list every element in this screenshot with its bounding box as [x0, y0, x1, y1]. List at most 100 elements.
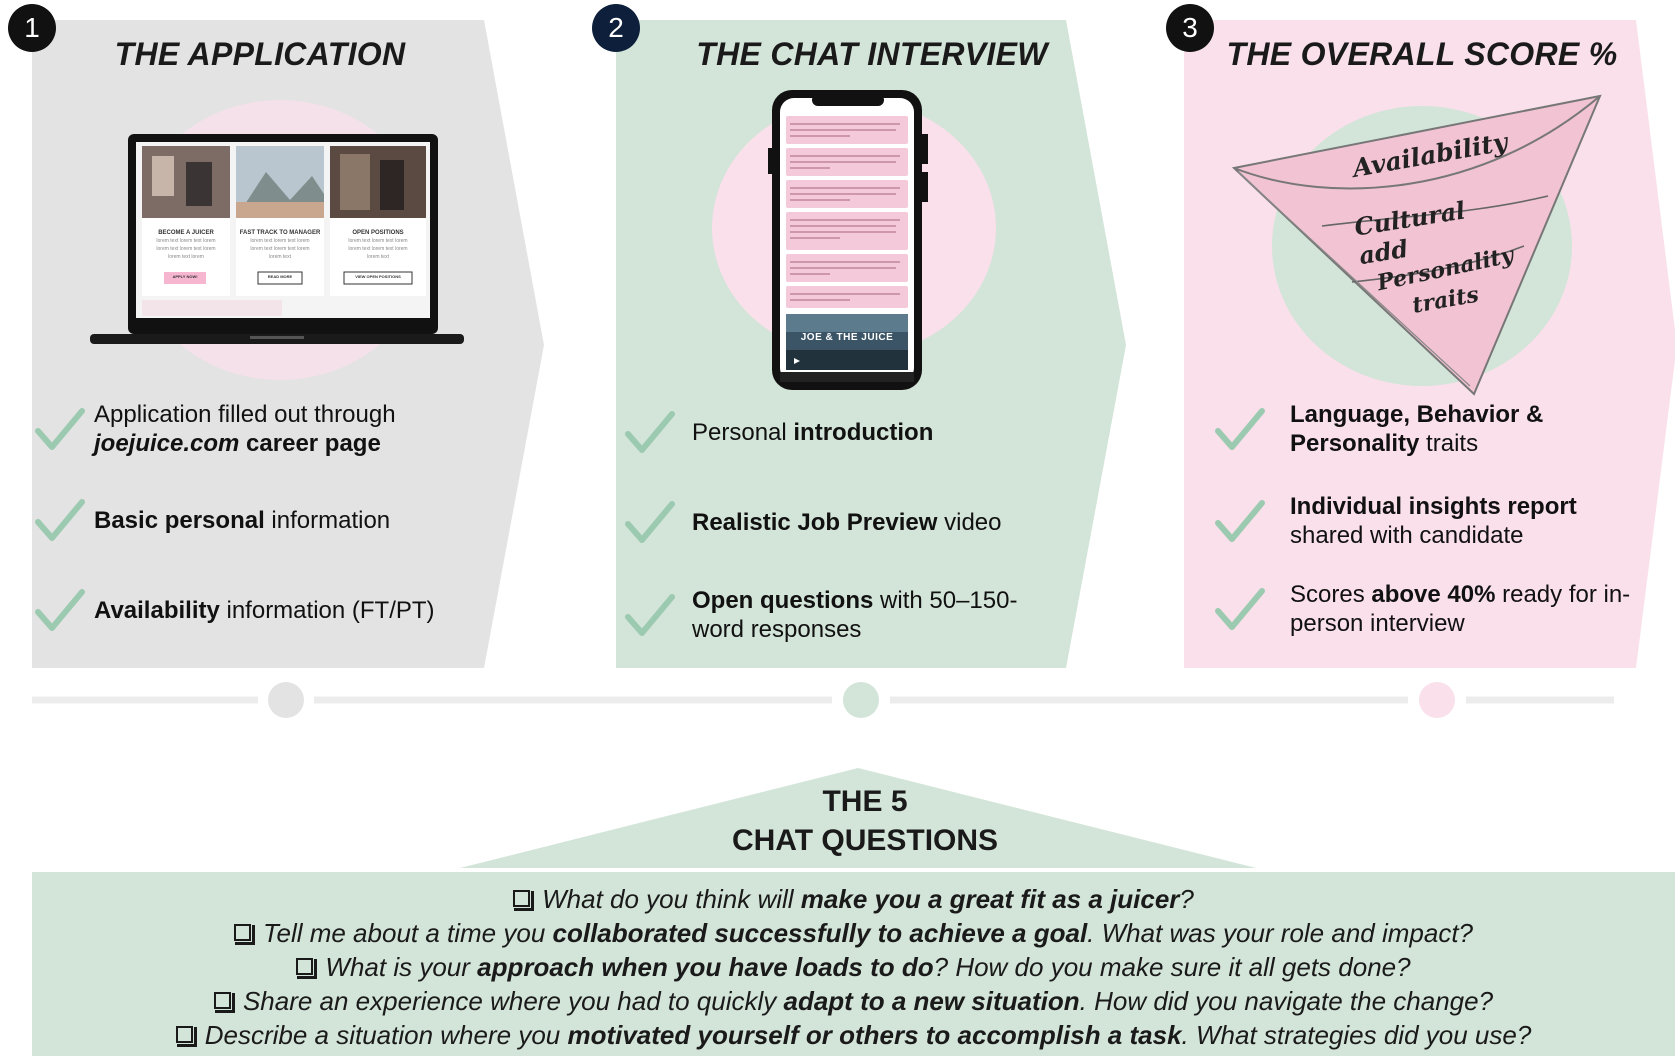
stage-1-item-3: Availability information (FT/PT) [34, 586, 474, 634]
questions-title-line-2: CHAT QUESTIONS [731, 824, 999, 857]
questions-title: THE 5 CHAT QUESTIONS [600, 782, 1130, 860]
question-2: Tell me about a time you collaborated su… [32, 916, 1675, 950]
check-icon [625, 594, 675, 636]
checkbox-icon [213, 992, 235, 1013]
check-icon [625, 501, 675, 543]
stage-2-title: THE CHAT INTERVIEW [696, 36, 1048, 72]
question-1-pre: What do you think will [542, 884, 801, 914]
stage-3-item-2: Individual insights report shared with c… [1214, 492, 1674, 550]
stage-1-item-3-strong: Availability [94, 596, 220, 624]
laptop-apply-button: APPLY NOW! [172, 274, 198, 279]
stage-2-item-1: Personal introduction [624, 408, 1064, 456]
svg-text:lorem text lorem text lorem: lorem text lorem text lorem [348, 238, 407, 244]
stage-3-title: THE OVERALL SCORE % [1226, 36, 1618, 72]
stage-3-item-3-strong: above 40% [1371, 581, 1496, 608]
timeline-dot-3 [1419, 682, 1455, 718]
laptop-open-positions-button: VIEW OPEN POSITIONS [355, 274, 401, 279]
question-5-bold: motivated yourself or others to accompli… [567, 1020, 1182, 1050]
stage-3-item-2-strong: Individual insights report [1290, 493, 1577, 520]
check-icon [1215, 500, 1265, 542]
question-1: What do you think will make you a great … [32, 882, 1675, 916]
stage-2-item-2: Realistic Job Preview video [624, 498, 1064, 546]
checkbox-icon [233, 924, 255, 945]
stage-3-item-2-line2: shared with candidate [1290, 522, 1524, 549]
stage-3-item-3: Scores above 40% ready for in- person in… [1214, 580, 1674, 638]
step-2-badge: 2 [592, 4, 640, 52]
laptop-card-3-heading: OPEN POSITIONS [352, 230, 404, 236]
svg-text:lorem text: lorem text [269, 254, 292, 260]
funnel-illustration: Availability Cultural add Personality tr… [1222, 86, 1622, 406]
stage-2-item-3: Open questions with 50–150- word respons… [624, 586, 1064, 644]
timeline [32, 682, 1614, 718]
question-2-bold: collaborated successfully to achieve a g… [552, 918, 1088, 948]
stage-2-checklist: Personal introduction Realistic Job Prev… [624, 408, 1064, 648]
svg-text:lorem text lorem text lorem: lorem text lorem text lorem [156, 238, 215, 244]
step-3-badge: 3 [1166, 4, 1214, 52]
check-icon [1215, 408, 1265, 450]
phone-illustration: JOE & THE JUICE [700, 88, 1000, 398]
phone-video-title: JOE & THE JUICE [800, 332, 894, 343]
stage-3-item-3-rest: ready for in- [1495, 581, 1631, 608]
check-icon [35, 408, 85, 450]
questions-title-line-1: THE 5 [822, 785, 908, 818]
svg-text:lorem text lorem text lorem: lorem text lorem text lorem [156, 246, 215, 252]
stage-3-item-1: Language, Behavior & Personality traits [1214, 400, 1674, 458]
stage-1-item-1: Application filled out through joejuice.… [34, 400, 474, 458]
stage-3-item-1-rest: traits [1419, 430, 1479, 457]
question-4-pre: Share an experience where you had to qui… [242, 986, 784, 1016]
stage-3-item-1-strong2: Personality [1290, 430, 1420, 457]
svg-text:lorem text lorem text lorem: lorem text lorem text lorem [348, 246, 407, 252]
question-3-bold: approach when you have loads to do [477, 952, 934, 982]
question-3: What is your approach when you have load… [32, 950, 1675, 984]
laptop-illustration: lorem text lorem text lorem lorem text l… [90, 90, 470, 380]
question-5-post: . What strategies did you use? [1181, 1020, 1532, 1050]
question-4-post: . How did you navigate the change? [1079, 986, 1494, 1016]
stage-1-item-3-rest: information (FT/PT) [219, 596, 435, 624]
question-4: Share an experience where you had to qui… [32, 984, 1675, 1018]
stage-1-checklist: Application filled out through joejuice.… [34, 400, 474, 640]
svg-text:lorem text lorem text lorem: lorem text lorem text lorem [250, 238, 309, 244]
stage-1-item-2: Basic personal information [34, 496, 474, 544]
stage-3-checklist: Language, Behavior & Personality traits … [1214, 400, 1674, 640]
checkbox-icon [296, 958, 318, 979]
question-3-post: ? How do you make sure it all gets done? [933, 952, 1411, 982]
question-4-bold: adapt to a new situation [783, 986, 1080, 1016]
stage-3-item-3-lead: Scores [1290, 581, 1372, 608]
stage-2-item-1-strong: introduction [793, 418, 934, 446]
laptop-card-1-heading: BECOME A JUICER [158, 230, 214, 236]
stage-1-item-2-rest: information [264, 506, 391, 534]
question-5-pre: Describe a situation where you [204, 1020, 568, 1050]
svg-text:lorem text lorem: lorem text lorem [168, 254, 204, 260]
svg-text:lorem text lorem text lorem: lorem text lorem text lorem [250, 246, 309, 252]
checkbox-icon [175, 1026, 197, 1047]
stage-2-item-3-rest: with 50–150- [873, 587, 1018, 614]
stage-2-item-3-rest2: word responses [692, 616, 862, 643]
stage-1-item-1-lead: Application filled out through [94, 401, 396, 428]
check-icon [35, 499, 85, 541]
stage-1-item-1-strong: career page [239, 430, 381, 457]
svg-text:lorem text: lorem text [367, 254, 390, 260]
stage-1-title: THE APPLICATION [114, 36, 406, 72]
stage-3-item-1-strong: Language, Behavior & [1290, 401, 1544, 428]
check-icon [35, 589, 85, 631]
question-2-pre: Tell me about a time you [262, 918, 553, 948]
stage-2-item-2-rest: video [937, 508, 1002, 536]
stage-1-item-1-site: joejuice.com [94, 430, 240, 457]
laptop-card-2-heading: FAST TRACK TO MANAGER [239, 230, 321, 236]
check-icon [1215, 588, 1265, 630]
check-icon [625, 411, 675, 453]
stage-3-item-3-line2: person interview [1290, 610, 1465, 637]
stage-2-item-1-lead: Personal [692, 418, 794, 446]
stage-2-item-3-strong: Open questions [692, 587, 874, 614]
stage-2-item-2-strong: Realistic Job Preview [692, 508, 938, 536]
question-1-post: ? [1179, 884, 1194, 914]
timeline-dot-2 [843, 682, 879, 718]
question-5: Describe a situation where you motivated… [32, 1018, 1675, 1052]
timeline-dot-1 [268, 682, 304, 718]
question-3-pre: What is your [325, 952, 478, 982]
phone-graphic [712, 90, 996, 390]
stage-1-item-2-strong: Basic personal [94, 506, 265, 534]
step-1-badge: 1 [8, 4, 56, 52]
questions-list: What do you think will make you a great … [32, 882, 1675, 1052]
laptop-read-more-button: READ MORE [267, 274, 293, 279]
